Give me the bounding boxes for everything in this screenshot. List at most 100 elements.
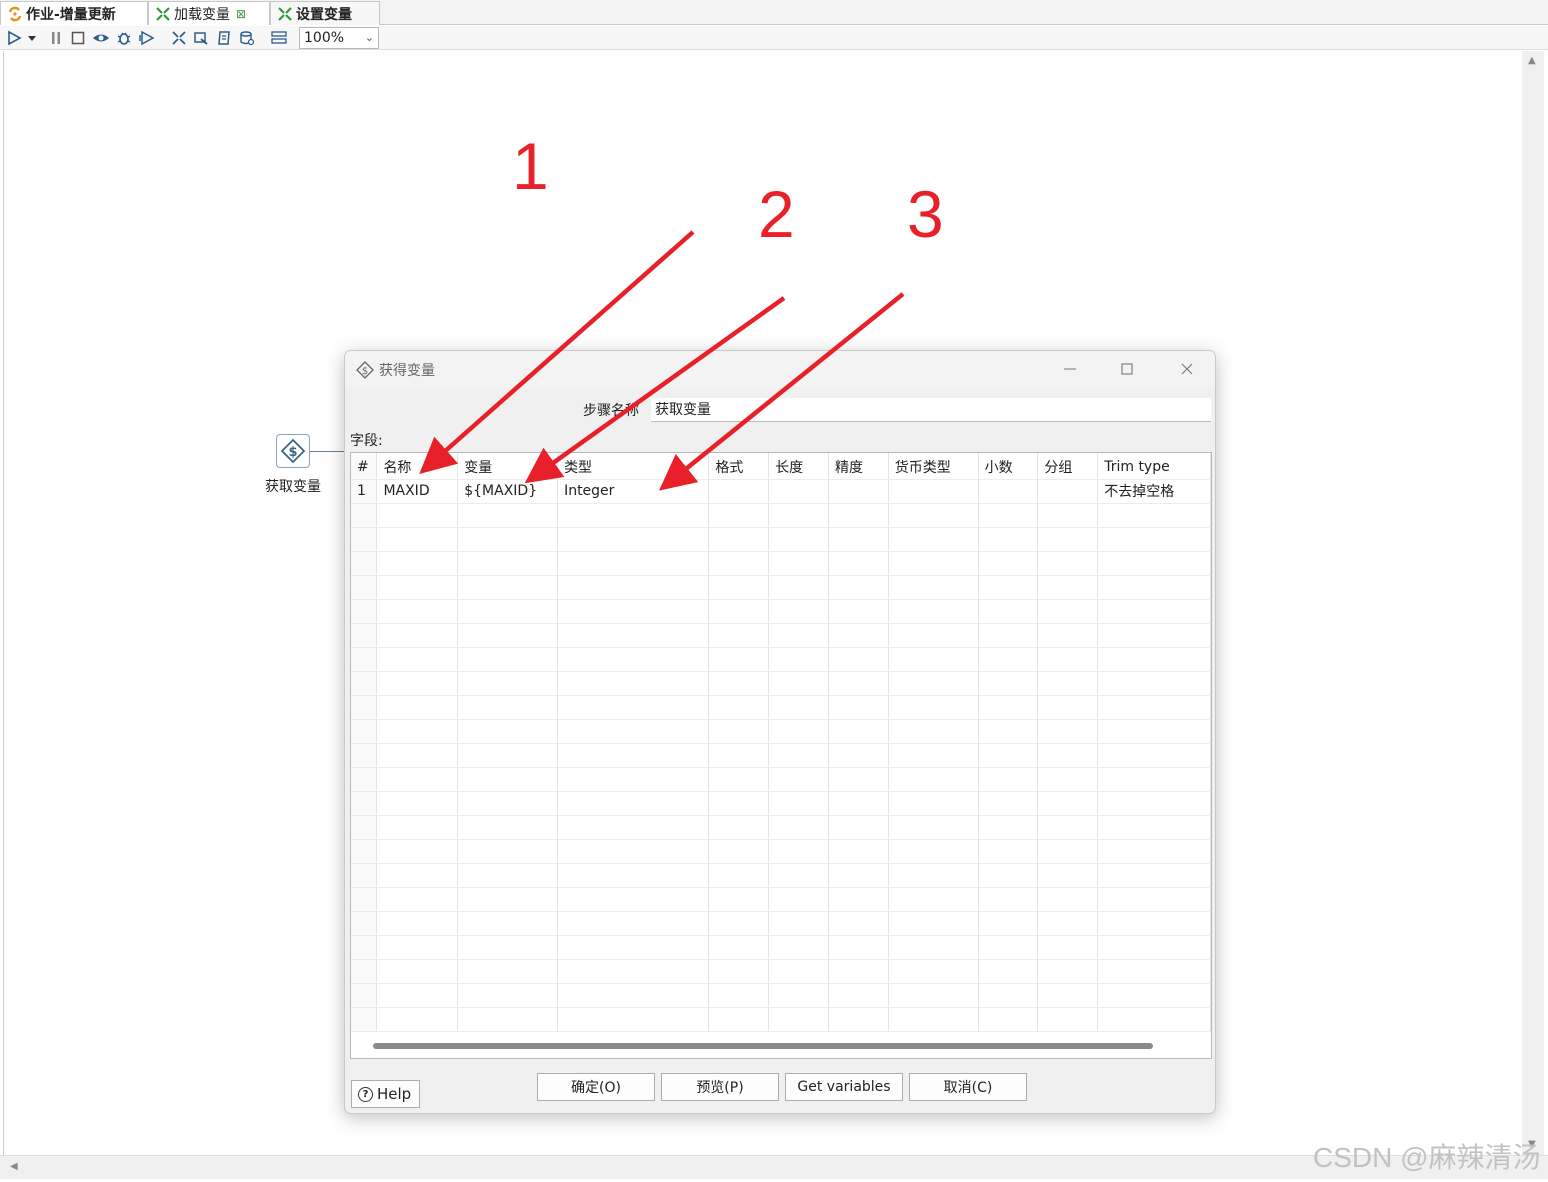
empty-cell[interactable] (708, 743, 770, 768)
table-row[interactable] (351, 983, 1211, 1008)
empty-cell[interactable] (978, 791, 1039, 816)
empty-cell[interactable] (888, 791, 979, 816)
empty-cell[interactable] (1037, 599, 1099, 624)
empty-cell[interactable] (1037, 551, 1099, 576)
empty-cell[interactable] (1097, 527, 1211, 552)
empty-cell[interactable] (1037, 575, 1099, 600)
empty-cell[interactable] (708, 623, 770, 648)
empty-cell[interactable] (708, 815, 770, 840)
cell-variable[interactable]: ${MAXID} (457, 479, 559, 504)
empty-cell[interactable] (557, 599, 710, 624)
empty-cell[interactable] (1037, 503, 1099, 528)
empty-cell[interactable] (768, 671, 829, 696)
empty-cell[interactable] (1037, 983, 1099, 1008)
empty-cell[interactable] (708, 503, 770, 528)
empty-cell[interactable] (557, 767, 710, 792)
empty-cell[interactable] (1097, 983, 1211, 1008)
empty-cell[interactable] (351, 767, 378, 792)
empty-cell[interactable] (557, 815, 710, 840)
empty-cell[interactable] (768, 863, 829, 888)
empty-cell[interactable] (888, 983, 979, 1008)
empty-cell[interactable] (1097, 575, 1211, 600)
empty-cell[interactable] (1097, 719, 1211, 744)
empty-cell[interactable] (351, 623, 378, 648)
empty-cell[interactable] (708, 1007, 770, 1032)
empty-cell[interactable] (828, 791, 889, 816)
empty-cell[interactable] (557, 743, 710, 768)
empty-cell[interactable] (978, 959, 1039, 984)
empty-cell[interactable] (888, 911, 979, 936)
zoom-select[interactable]: 100% ⌄ (299, 27, 379, 49)
empty-cell[interactable] (457, 863, 559, 888)
empty-cell[interactable] (457, 551, 559, 576)
empty-cell[interactable] (708, 695, 770, 720)
table-row[interactable] (351, 767, 1211, 792)
empty-cell[interactable] (457, 791, 559, 816)
empty-cell[interactable] (457, 671, 559, 696)
empty-cell[interactable] (708, 863, 770, 888)
preview-eye-icon[interactable] (92, 29, 110, 47)
empty-cell[interactable] (828, 719, 889, 744)
tab-set-variables[interactable]: 设置变量 (270, 1, 380, 25)
empty-cell[interactable] (376, 887, 459, 912)
empty-cell[interactable] (828, 671, 889, 696)
empty-cell[interactable] (768, 1007, 829, 1032)
empty-cell[interactable] (457, 575, 559, 600)
empty-cell[interactable] (557, 911, 710, 936)
empty-cell[interactable] (978, 599, 1039, 624)
close-icon[interactable]: ⊠ (236, 7, 246, 21)
empty-cell[interactable] (1037, 647, 1099, 672)
empty-cell[interactable] (978, 695, 1039, 720)
empty-cell[interactable] (1097, 623, 1211, 648)
empty-cell[interactable] (1037, 623, 1099, 648)
empty-cell[interactable] (888, 671, 979, 696)
empty-cell[interactable] (1037, 863, 1099, 888)
empty-cell[interactable] (768, 959, 829, 984)
empty-cell[interactable] (888, 815, 979, 840)
cell-name[interactable]: MAXID (376, 479, 459, 504)
table-row[interactable] (351, 743, 1211, 768)
empty-cell[interactable] (351, 863, 378, 888)
empty-cell[interactable] (376, 599, 459, 624)
empty-cell[interactable] (888, 551, 979, 576)
table-row[interactable] (351, 1007, 1211, 1032)
run-icon[interactable] (5, 29, 23, 47)
empty-cell[interactable] (351, 791, 378, 816)
empty-cell[interactable] (708, 791, 770, 816)
empty-cell[interactable] (708, 719, 770, 744)
empty-cell[interactable] (828, 551, 889, 576)
empty-cell[interactable] (708, 887, 770, 912)
table-row[interactable] (351, 575, 1211, 600)
empty-cell[interactable] (708, 527, 770, 552)
empty-cell[interactable] (708, 551, 770, 576)
empty-cell[interactable] (376, 551, 459, 576)
empty-cell[interactable] (457, 743, 559, 768)
empty-cell[interactable] (351, 815, 378, 840)
empty-cell[interactable] (557, 647, 710, 672)
empty-cell[interactable] (828, 647, 889, 672)
stop-icon[interactable] (69, 29, 87, 47)
empty-cell[interactable] (376, 623, 459, 648)
tab-job-incremental-update[interactable]: 作业-增量更新 (0, 1, 148, 25)
empty-cell[interactable] (376, 1007, 459, 1032)
empty-cell[interactable] (457, 839, 559, 864)
empty-cell[interactable] (1097, 743, 1211, 768)
empty-cell[interactable] (1097, 863, 1211, 888)
scroll-up-icon[interactable]: ▲ (1528, 55, 1536, 66)
empty-cell[interactable] (768, 767, 829, 792)
empty-cell[interactable] (768, 935, 829, 960)
empty-cell[interactable] (828, 527, 889, 552)
empty-cell[interactable] (828, 695, 889, 720)
empty-cell[interactable] (351, 695, 378, 720)
empty-cell[interactable] (768, 599, 829, 624)
empty-cell[interactable] (351, 647, 378, 672)
empty-cell[interactable] (978, 983, 1039, 1008)
table-row[interactable] (351, 935, 1211, 960)
empty-cell[interactable] (351, 935, 378, 960)
empty-cell[interactable] (376, 743, 459, 768)
empty-cell[interactable] (557, 791, 710, 816)
empty-cell[interactable] (557, 887, 710, 912)
empty-cell[interactable] (351, 959, 378, 984)
empty-cell[interactable] (888, 623, 979, 648)
empty-cell[interactable] (768, 527, 829, 552)
